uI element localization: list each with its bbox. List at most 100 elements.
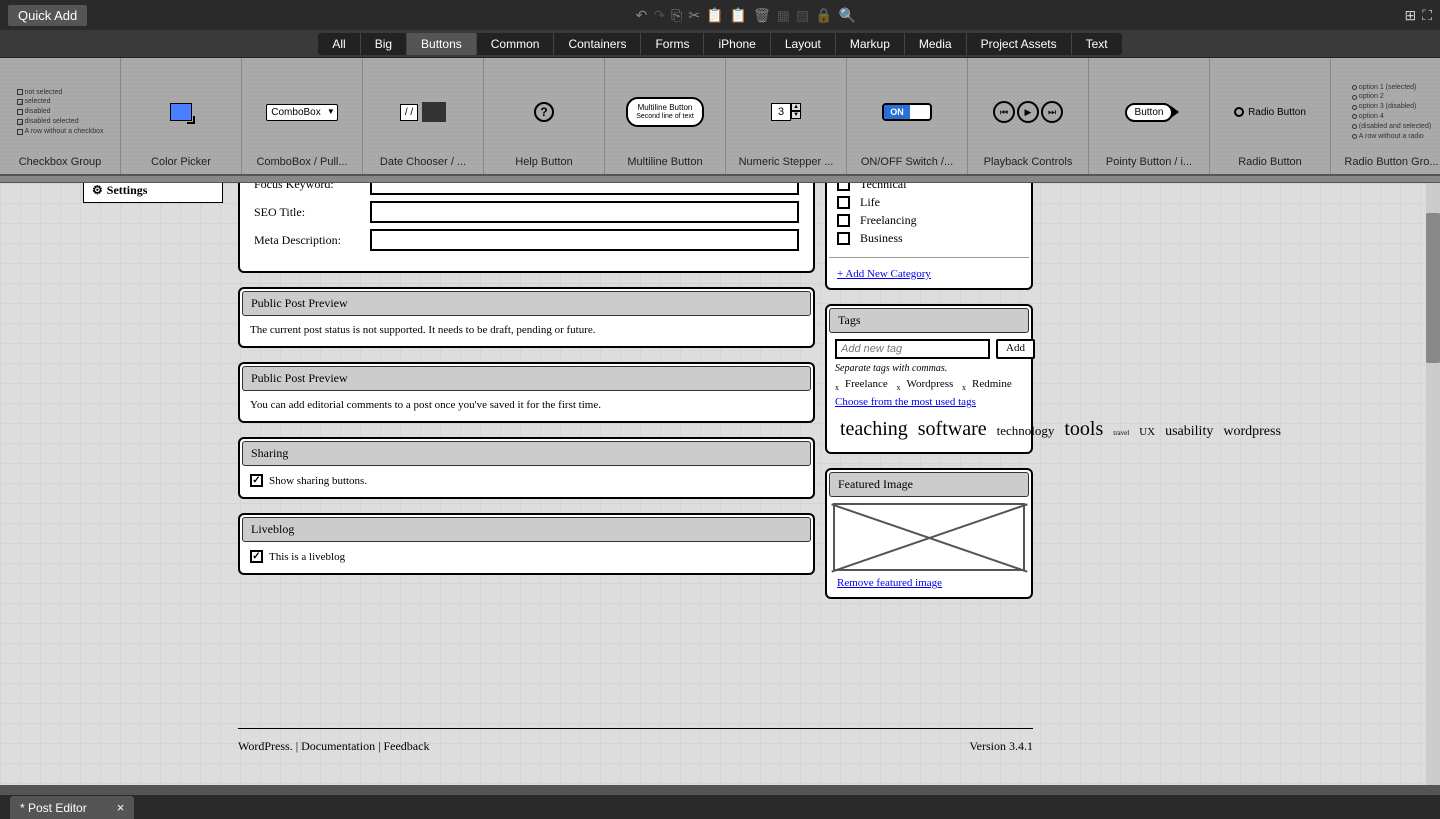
tab-project-assets[interactable]: Project Assets	[967, 33, 1072, 55]
ribbon-scrollbar[interactable]	[0, 175, 1440, 183]
liveblog-label: This is a liveblog	[269, 551, 345, 563]
category-item[interactable]: Life	[837, 195, 1021, 210]
box-body: The current post status is not supported…	[242, 316, 811, 344]
tag-cloud-item[interactable]: wordpress	[1223, 424, 1281, 439]
tags-add-button[interactable]: Add	[996, 339, 1035, 359]
paste-icon[interactable]: 📋	[706, 7, 723, 24]
bottom-bar: * Post Editor ×	[0, 785, 1440, 819]
redo-icon[interactable]: ↷	[653, 7, 665, 24]
tag-cloud-item[interactable]: travel	[1113, 429, 1129, 437]
wp-sidebar-fragment: ⚙Settings	[83, 183, 223, 203]
tab-containers[interactable]: Containers	[554, 33, 641, 55]
focus-keyword-input[interactable]	[370, 183, 799, 195]
category-item[interactable]: Freelancing	[837, 213, 1021, 228]
sharing-checkbox[interactable]: ✓	[250, 474, 263, 487]
tag-cloud-item[interactable]: UX	[1139, 426, 1155, 438]
liveblog-checkbox[interactable]: ✓	[250, 550, 263, 563]
ribbon-pointy[interactable]: ButtonPointy Button / i...	[1089, 58, 1210, 174]
footer-right: Version 3.4.1	[969, 739, 1033, 754]
ribbon-radio[interactable]: Radio ButtonRadio Button	[1210, 58, 1331, 174]
canvas-vscroll[interactable]	[1426, 183, 1440, 785]
category-checkbox[interactable]	[837, 232, 850, 245]
tag-chip[interactable]: xRedmine	[962, 378, 1012, 390]
quick-add-button[interactable]: Quick Add	[8, 5, 87, 26]
tab-text[interactable]: Text	[1072, 33, 1122, 55]
ribbon-combo[interactable]: ComboBoxComboBox / Pull...	[242, 58, 363, 174]
ribbon: not selected✓selecteddisabled✓disabled s…	[0, 58, 1440, 175]
ribbon-help[interactable]: ?Help Button	[484, 58, 605, 174]
gear-icon: ⚙	[92, 183, 103, 198]
tag-cloud-item[interactable]: technology	[997, 423, 1055, 438]
undo-icon[interactable]: ↶	[636, 7, 648, 24]
tags-box: Tags Add Separate tags with commas. xFre…	[825, 304, 1033, 454]
box-header: Sharing	[242, 441, 811, 466]
ribbon-radio-group[interactable]: option 1 (selected)option 2option 3 (dis…	[1331, 58, 1440, 174]
delete-icon[interactable]: 🗑	[753, 7, 771, 24]
tab-common[interactable]: Common	[477, 33, 555, 55]
tag-cloud-item[interactable]: teaching	[840, 418, 908, 440]
clipboard-icon[interactable]: 📋	[730, 7, 747, 24]
tag-chip[interactable]: xFreelance	[835, 378, 888, 390]
ribbon-label: Playback Controls	[972, 156, 1084, 168]
markup-toggle-icon[interactable]: ⊞	[1404, 7, 1416, 24]
tag-cloud: teachingsoftwaretechnologytoolstravelUXu…	[835, 414, 1023, 444]
tag-cloud-item[interactable]: usability	[1165, 424, 1213, 439]
copy-icon[interactable]: ⎘	[671, 7, 682, 24]
ungroup-icon[interactable]: ▨	[796, 7, 809, 24]
seo-title-input[interactable]	[370, 201, 799, 223]
choose-tags-link[interactable]: Choose from the most used tags	[835, 396, 1023, 408]
cut-icon[interactable]: ✂	[688, 7, 700, 24]
ribbon-multiline[interactable]: Multiline ButtonSecond line of textMulti…	[605, 58, 726, 174]
group-icon[interactable]: ▦	[777, 7, 790, 24]
ribbon-stepper[interactable]: 3▲▼Numeric Stepper ...	[726, 58, 847, 174]
category-item[interactable]: Business	[837, 231, 1021, 246]
remove-featured-link[interactable]: Remove featured image	[829, 575, 1029, 595]
box-header: Public Post Preview	[242, 291, 811, 316]
category-checkbox[interactable]	[837, 196, 850, 209]
tab-media[interactable]: Media	[905, 33, 967, 55]
tab-markup[interactable]: Markup	[836, 33, 905, 55]
ribbon-label: Help Button	[488, 156, 600, 168]
tab-forms[interactable]: Forms	[641, 33, 704, 55]
tags-input[interactable]	[835, 339, 990, 359]
liveblog-box: Liveblog ✓ This is a liveblog	[238, 513, 815, 575]
box-header: Liveblog	[242, 517, 811, 542]
category-label: Life	[860, 195, 880, 210]
close-icon[interactable]: ×	[117, 800, 125, 815]
fullscreen-icon[interactable]: ⛶	[1422, 7, 1432, 24]
document-tab[interactable]: * Post Editor ×	[10, 796, 134, 819]
box-header: Tags	[829, 308, 1029, 333]
tag-chip[interactable]: xWordpress	[897, 378, 954, 390]
category-checkbox[interactable]	[837, 183, 850, 191]
tab-all[interactable]: All	[318, 33, 360, 55]
category-checkbox[interactable]	[837, 214, 850, 227]
category-label: Freelancing	[860, 213, 917, 228]
ribbon-date[interactable]: / /Date Chooser / ...	[363, 58, 484, 174]
tab-buttons[interactable]: Buttons	[407, 33, 477, 55]
tab-layout[interactable]: Layout	[771, 33, 836, 55]
ribbon-switch[interactable]: ONON/OFF Switch /...	[847, 58, 968, 174]
ribbon-colorpicker[interactable]: Color Picker	[121, 58, 242, 174]
canvas-hscroll[interactable]	[0, 785, 1440, 795]
seo-box: Focus Keyword: SEO Title: Meta Descripti…	[238, 183, 815, 273]
ribbon-checkbox-group[interactable]: not selected✓selecteddisabled✓disabled s…	[0, 58, 121, 174]
tag-cloud-item[interactable]: software	[918, 418, 987, 440]
categories-box: ✓TeamTechnicalLifeFreelancingBusiness + …	[825, 183, 1033, 290]
tag-cloud-item[interactable]: tools	[1064, 418, 1103, 440]
public-preview-box-1: Public Post Preview The current post sta…	[238, 287, 815, 348]
tab-iphone[interactable]: iPhone	[704, 33, 770, 55]
canvas[interactable]: ⚙Settings Focus Keyword: SEO Title: Meta…	[0, 183, 1440, 785]
ribbon-playback[interactable]: ⏮▶⏭Playback Controls	[968, 58, 1089, 174]
ribbon-label: Checkbox Group	[4, 156, 116, 168]
ribbon-label: Multiline Button	[609, 156, 721, 168]
category-label: Technical	[860, 183, 906, 192]
category-item[interactable]: Technical	[837, 183, 1021, 192]
search-icon[interactable]: 🔍	[839, 7, 856, 24]
meta-desc-input[interactable]	[370, 229, 799, 251]
featured-image-placeholder[interactable]	[833, 503, 1025, 571]
document-tab-label: * Post Editor	[20, 801, 87, 815]
add-category-link[interactable]: + Add New Category	[829, 262, 1029, 286]
tab-big[interactable]: Big	[361, 33, 407, 55]
box-body: You can add editorial comments to a post…	[242, 391, 811, 419]
lock-icon[interactable]: 🔒	[815, 7, 832, 24]
